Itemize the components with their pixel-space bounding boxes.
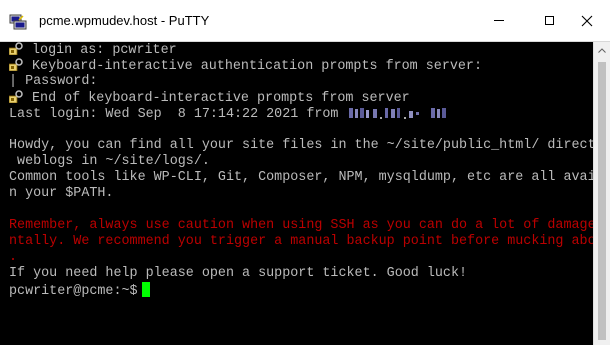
scrollbar-thumb[interactable] — [598, 62, 606, 340]
minimize-icon — [494, 20, 504, 21]
minimize-button[interactable] — [476, 0, 522, 41]
last-login-text: Last login: Wed Sep 8 17:14:22 2021 from — [9, 107, 339, 122]
terminal-line: Keyboard-interactive authentication prom… — [9, 58, 482, 74]
terminal-line[interactable]: pcwriter@pcme:~$ — [9, 282, 150, 299]
redacted-ip-address — [348, 108, 446, 119]
terminal-line: . — [9, 250, 17, 266]
warning-text-line-3: . — [9, 250, 18, 265]
putty-icon[interactable] — [9, 14, 27, 30]
putty-window: pcme.wpmudev.host - PuTTY login as: pcwr… — [0, 0, 610, 345]
howdy-text-line-1: Howdy, you can find all your site files … — [9, 138, 593, 153]
chevron-up-icon — [598, 48, 606, 53]
tools-text-line-2: n your $PATH. — [9, 186, 114, 201]
terminal-line: | Password: — [9, 74, 97, 90]
howdy-text-line-2: weblogs in ~/site/logs/. — [9, 154, 210, 169]
terminal-line: n your $PATH. — [9, 186, 113, 202]
key-icon — [9, 42, 23, 55]
login-as-text: login as: pcwriter — [32, 43, 177, 58]
key-icon — [9, 58, 23, 71]
title-bar[interactable]: pcme.wpmudev.host - PuTTY — [0, 0, 610, 42]
key-icon — [9, 90, 23, 103]
terminal-cursor[interactable] — [141, 282, 150, 297]
help-text: If you need help please open a support t… — [9, 266, 468, 281]
terminal-line: If you need help please open a support t… — [9, 266, 467, 282]
warning-text-line-2: ntally. We recommend you trigger a manua… — [9, 234, 593, 249]
terminal-line: Last login: Wed Sep 8 17:14:22 2021 from — [9, 106, 457, 122]
terminal-line: Remember, always use caution when using … — [9, 218, 593, 234]
close-button[interactable] — [564, 0, 610, 41]
terminal-line: login as: pcwriter — [9, 42, 177, 58]
password-prompt: | Password: — [9, 74, 98, 89]
window-title: pcme.wpmudev.host - PuTTY — [39, 13, 210, 28]
terminal-output[interactable]: login as: pcwriter Keyboard-interactive … — [0, 42, 593, 345]
vertical-scrollbar[interactable] — [593, 42, 610, 345]
keyboard-interactive-text: Keyboard-interactive authentication prom… — [32, 59, 482, 74]
terminal-line: Howdy, you can find all your site files … — [9, 138, 593, 154]
terminal-line: End of keyboard-interactive prompts from… — [9, 90, 410, 106]
tools-text-line-1: Common tools like WP-CLI, Git, Composer,… — [9, 170, 593, 185]
terminal-line: ntally. We recommend you trigger a manua… — [9, 234, 593, 250]
scroll-up-button[interactable] — [594, 42, 610, 59]
maximize-icon — [544, 16, 554, 25]
warning-text-line-1: Remember, always use caution when using … — [9, 218, 593, 233]
terminal-line: weblogs in ~/site/logs/. — [9, 154, 210, 170]
end-keyboard-interactive-text: End of keyboard-interactive prompts from… — [32, 91, 410, 106]
terminal-line: Common tools like WP-CLI, Git, Composer,… — [9, 170, 593, 186]
shell-prompt: pcwriter@pcme:~$ — [9, 284, 138, 299]
close-icon — [581, 15, 593, 26]
